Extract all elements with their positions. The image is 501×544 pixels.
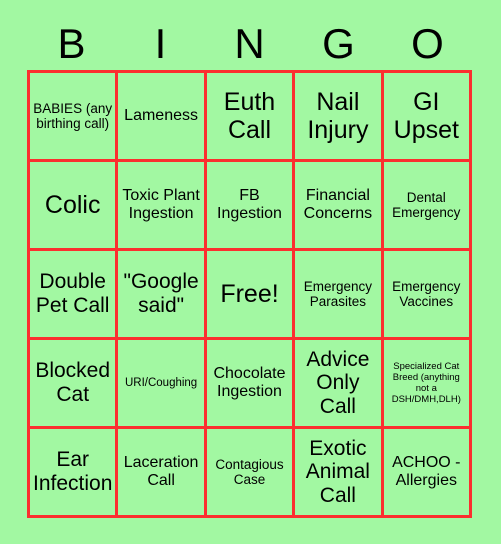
bingo-cell-label: Contagious Case: [215, 456, 284, 487]
bingo-cell-label: BABIES (any birthing call): [33, 100, 113, 131]
bingo-cell[interactable]: "Google said": [118, 251, 207, 340]
header-letter-o: O: [411, 20, 444, 67]
bingo-header: B I N G O: [27, 18, 472, 70]
bingo-card: B I N G O BABIES (any birthing call) Lame…: [0, 0, 501, 544]
bingo-cell-label: Dental Emergency: [392, 189, 461, 220]
bingo-cell[interactable]: URI/Coughing: [118, 340, 207, 429]
bingo-cell[interactable]: Colic: [30, 162, 119, 251]
bingo-cell-label: Ear Infection: [33, 448, 113, 495]
bingo-cell-label: GI Upset: [393, 88, 459, 144]
bingo-cell[interactable]: Lameness: [118, 73, 207, 162]
bingo-cell-label: Financial Concerns: [303, 187, 373, 222]
bingo-cell-label: Nail Injury: [307, 88, 369, 144]
bingo-cell-label: Blocked Cat: [35, 359, 111, 406]
bingo-cell[interactable]: Emergency Parasites: [295, 251, 384, 340]
bingo-grid: BABIES (any birthing call) Lameness Euth C…: [27, 70, 472, 518]
bingo-cell-label: Lameness: [124, 107, 198, 125]
bingo-cell[interactable]: Dental Emergency: [383, 162, 472, 251]
bingo-cell[interactable]: Euth Call: [206, 73, 296, 162]
header-letter-n: N: [234, 20, 265, 67]
bingo-cell[interactable]: ACHOO - Allergies: [383, 429, 472, 518]
bingo-cell-label: ACHOO - Allergies: [392, 454, 461, 489]
header-letter-b: B: [57, 20, 86, 67]
bingo-cell-label: Emergency Vaccines: [392, 278, 461, 309]
bingo-cell-label: URI/Coughing: [124, 376, 198, 389]
bingo-cell[interactable]: Advice Only Call: [295, 340, 384, 429]
bingo-cell[interactable]: Chocolate Ingestion: [206, 340, 296, 429]
bingo-cell-label: Double Pet Call: [35, 270, 110, 317]
bingo-cell-label: Laceration Call: [123, 454, 199, 489]
header-letter-g: G: [322, 20, 355, 67]
bingo-cell-label: Exotic Animal Call: [305, 436, 370, 507]
bingo-cell-label: Free!: [220, 280, 279, 308]
bingo-cell[interactable]: Contagious Case: [206, 429, 296, 518]
bingo-cell-label: Euth Call: [223, 88, 276, 144]
bingo-cell[interactable]: Double Pet Call: [30, 251, 119, 340]
bingo-cell-label: Advice Only Call: [306, 347, 370, 418]
bingo-cell[interactable]: Blocked Cat: [30, 340, 119, 429]
bingo-cell[interactable]: Exotic Animal Call: [295, 429, 384, 518]
bingo-cell-free[interactable]: Free!: [206, 251, 296, 340]
bingo-cell-label: Specialized Cat Breed (anything not a DS…: [391, 360, 461, 406]
bingo-cell-label: Emergency Parasites: [303, 278, 373, 309]
bingo-cell-label: FB Ingestion: [217, 187, 282, 222]
bingo-cell[interactable]: Toxic Plant Ingestion: [118, 162, 207, 251]
bingo-cell-label: "Google said": [123, 270, 199, 317]
bingo-cell[interactable]: Nail Injury: [295, 73, 384, 162]
bingo-cell[interactable]: Laceration Call: [118, 429, 207, 518]
bingo-cell-label: Chocolate Ingestion: [213, 365, 286, 400]
bingo-cell-label: Colic: [44, 191, 101, 219]
bingo-cell[interactable]: Specialized Cat Breed (anything not a DS…: [383, 340, 472, 429]
bingo-cell[interactable]: FB Ingestion: [206, 162, 296, 251]
bingo-cell[interactable]: BABIES (any birthing call): [30, 73, 119, 162]
bingo-cell[interactable]: GI Upset: [383, 73, 472, 162]
bingo-cell[interactable]: Ear Infection: [30, 429, 119, 518]
header-letter-i: I: [154, 20, 167, 67]
bingo-cell-label: Toxic Plant Ingestion: [122, 187, 200, 222]
bingo-cell[interactable]: Emergency Vaccines: [383, 251, 472, 340]
bingo-cell[interactable]: Financial Concerns: [295, 162, 384, 251]
